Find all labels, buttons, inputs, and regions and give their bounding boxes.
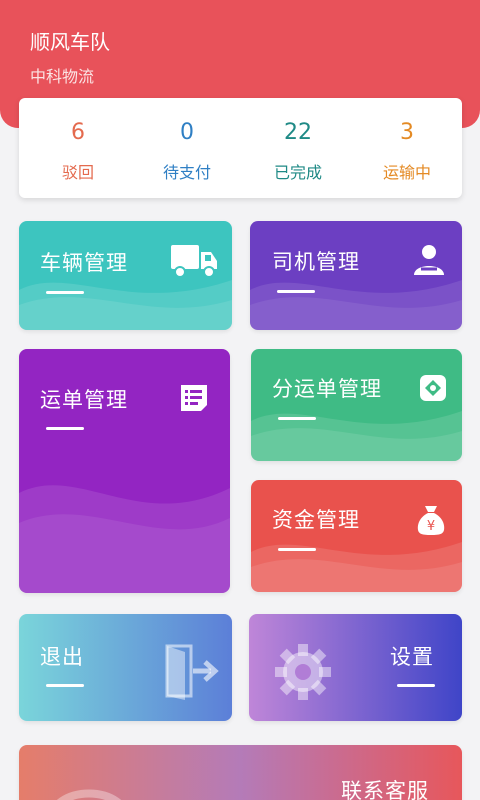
stat-label: 待支付 bbox=[162, 163, 211, 182]
stat-value: 3 bbox=[400, 120, 414, 145]
order-stats-card: 6 驳回 0 待支付 22 已完成 3 运输中 bbox=[19, 98, 462, 198]
tile-title: 分运单管理 bbox=[272, 377, 382, 401]
tile-title: 设置 bbox=[390, 645, 434, 669]
tile-underline bbox=[397, 684, 435, 687]
stat-label: 运输中 bbox=[382, 163, 431, 182]
exit-door-icon bbox=[165, 644, 219, 700]
company-name: 中科物流 bbox=[30, 67, 95, 86]
tile-underline bbox=[46, 427, 84, 430]
tile-title: 车辆管理 bbox=[40, 251, 128, 275]
driver-management-tile[interactable]: 司机管理 bbox=[250, 221, 462, 330]
vehicle-management-tile[interactable]: 车辆管理 bbox=[19, 221, 232, 330]
contact-service-tile[interactable]: 联系客服 bbox=[19, 745, 462, 800]
gear-icon bbox=[275, 644, 331, 700]
document-list-icon bbox=[181, 385, 207, 411]
stat-value: 22 bbox=[284, 120, 312, 145]
exit-tile[interactable]: 退出 bbox=[19, 614, 232, 721]
tile-underline bbox=[46, 291, 84, 294]
stat-label: 驳回 bbox=[61, 163, 94, 182]
truck-icon bbox=[171, 245, 217, 278]
driver-icon bbox=[414, 245, 444, 275]
tile-title: 司机管理 bbox=[272, 250, 360, 274]
tile-underline bbox=[278, 417, 316, 420]
settings-tile[interactable]: 设置 bbox=[249, 614, 462, 721]
tile-underline bbox=[46, 684, 84, 687]
tile-title: 资金管理 bbox=[272, 508, 360, 532]
stat-label: 已完成 bbox=[273, 163, 322, 182]
split-order-icon bbox=[420, 375, 446, 401]
tile-title: 运单管理 bbox=[40, 388, 128, 412]
team-name: 顺风车队 bbox=[30, 30, 110, 54]
wave-decoration bbox=[19, 485, 230, 593]
sub-waybill-management-tile[interactable]: 分运单管理 bbox=[251, 349, 462, 461]
tile-underline bbox=[277, 290, 315, 293]
stat-value: 6 bbox=[71, 120, 85, 145]
svg-text:¥: ¥ bbox=[427, 519, 435, 534]
stat-rejected[interactable]: 6 驳回 bbox=[23, 98, 133, 198]
stat-completed[interactable]: 22 已完成 bbox=[243, 98, 353, 198]
tile-title: 退出 bbox=[40, 645, 84, 669]
headset-icon bbox=[56, 789, 122, 800]
tile-title: 联系客服 bbox=[341, 779, 429, 800]
stat-value: 0 bbox=[180, 120, 194, 145]
money-bag-icon: ¥ bbox=[417, 506, 445, 535]
waybill-management-tile[interactable]: 运单管理 bbox=[19, 349, 230, 593]
fund-management-tile[interactable]: 资金管理 ¥ bbox=[251, 480, 462, 592]
stat-pending-payment[interactable]: 0 待支付 bbox=[132, 98, 242, 198]
tile-underline bbox=[278, 548, 316, 551]
stat-in-transit[interactable]: 3 运输中 bbox=[352, 98, 462, 198]
